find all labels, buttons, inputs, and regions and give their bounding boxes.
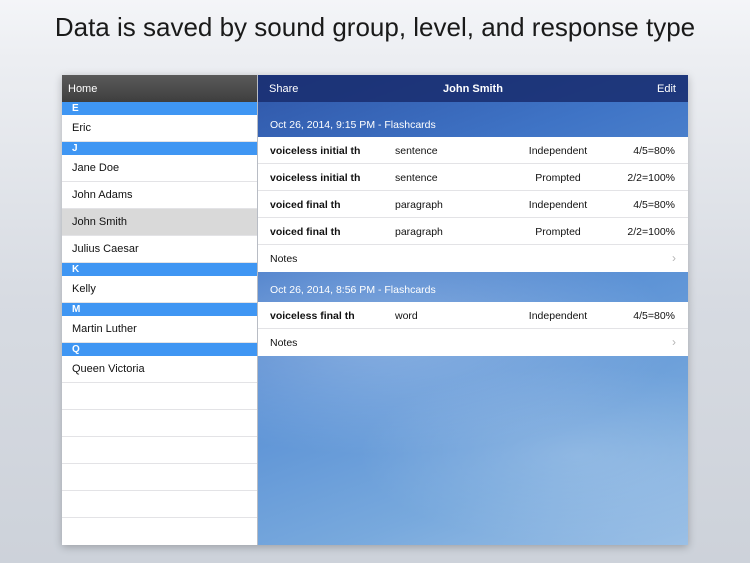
notes-label: Notes xyxy=(270,253,298,265)
session-header: Oct 26, 2014, 9:15 PM - Flashcards xyxy=(270,119,436,131)
level: paragraph xyxy=(395,199,443,211)
score: 2/2=100% xyxy=(627,172,675,184)
result-row[interactable]: voiced final th paragraph Prompted 2/2=1… xyxy=(258,218,688,245)
response-type: Independent xyxy=(528,310,588,322)
section-header-q: Q xyxy=(62,343,257,356)
level: sentence xyxy=(395,172,438,184)
empty-row xyxy=(62,410,257,437)
sound-group: voiced final th xyxy=(270,199,341,211)
empty-row xyxy=(62,437,257,464)
level: sentence xyxy=(395,145,438,157)
score: 2/2=100% xyxy=(627,226,675,238)
session-detail-pane: Share John Smith Edit Oct 26, 2014, 9:15… xyxy=(258,75,688,545)
result-row[interactable]: voiceless initial th sentence Independen… xyxy=(258,137,688,164)
sound-group: voiceless initial th xyxy=(270,145,361,157)
session-header: Oct 26, 2014, 8:56 PM - Flashcards xyxy=(270,284,436,296)
sound-group: voiced final th xyxy=(270,226,341,238)
level: word xyxy=(395,310,418,322)
section-header-m: M xyxy=(62,303,257,316)
result-row[interactable]: voiceless final th word Independent 4/5=… xyxy=(258,302,688,329)
contact-row-kelly[interactable]: Kelly xyxy=(62,276,257,303)
score: 4/5=80% xyxy=(633,145,675,157)
response-type: Prompted xyxy=(535,226,581,238)
empty-row xyxy=(62,464,257,491)
notes-label: Notes xyxy=(270,337,298,349)
result-row[interactable]: voiceless initial th sentence Prompted 2… xyxy=(258,164,688,191)
contact-row-martin-luther[interactable]: Martin Luther xyxy=(62,316,257,343)
detail-title: John Smith xyxy=(443,83,503,95)
ipad-screen: Home E Eric J Jane Doe John Adams John S… xyxy=(62,75,688,545)
contact-row-julius-caesar[interactable]: Julius Caesar xyxy=(62,236,257,263)
contact-row-john-smith[interactable]: John Smith xyxy=(62,209,257,236)
home-nav-bar: Home xyxy=(62,75,257,102)
score: 4/5=80% xyxy=(633,199,675,211)
empty-row xyxy=(62,491,257,518)
section-header-k: K xyxy=(62,263,257,276)
notes-row[interactable]: Notes › xyxy=(258,329,688,356)
page-headline: Data is saved by sound group, level, and… xyxy=(54,12,696,42)
home-title: Home xyxy=(68,83,98,95)
level: paragraph xyxy=(395,226,443,238)
chevron-right-icon: › xyxy=(672,335,676,349)
response-type: Prompted xyxy=(535,172,581,184)
empty-row xyxy=(62,383,257,410)
contact-row-queen-victoria[interactable]: Queen Victoria xyxy=(62,356,257,383)
sound-group: voiceless final th xyxy=(270,310,355,322)
contact-row-john-adams[interactable]: John Adams xyxy=(62,182,257,209)
sound-group: voiceless initial th xyxy=(270,172,361,184)
edit-button[interactable]: Edit xyxy=(657,83,676,95)
chevron-right-icon: › xyxy=(672,251,676,265)
contact-row-jane-doe[interactable]: Jane Doe xyxy=(62,155,257,182)
notes-row[interactable]: Notes › xyxy=(258,245,688,272)
section-header-e: E xyxy=(62,102,257,115)
result-row[interactable]: voiced final th paragraph Independent 4/… xyxy=(258,191,688,218)
response-type: Independent xyxy=(528,199,588,211)
contact-row-eric[interactable]: Eric xyxy=(62,115,257,142)
section-header-j: J xyxy=(62,142,257,155)
detail-nav-bar: Share John Smith Edit xyxy=(258,75,688,102)
contacts-pane: Home E Eric J Jane Doe John Adams John S… xyxy=(62,75,258,545)
score: 4/5=80% xyxy=(633,310,675,322)
response-type: Independent xyxy=(528,145,588,157)
